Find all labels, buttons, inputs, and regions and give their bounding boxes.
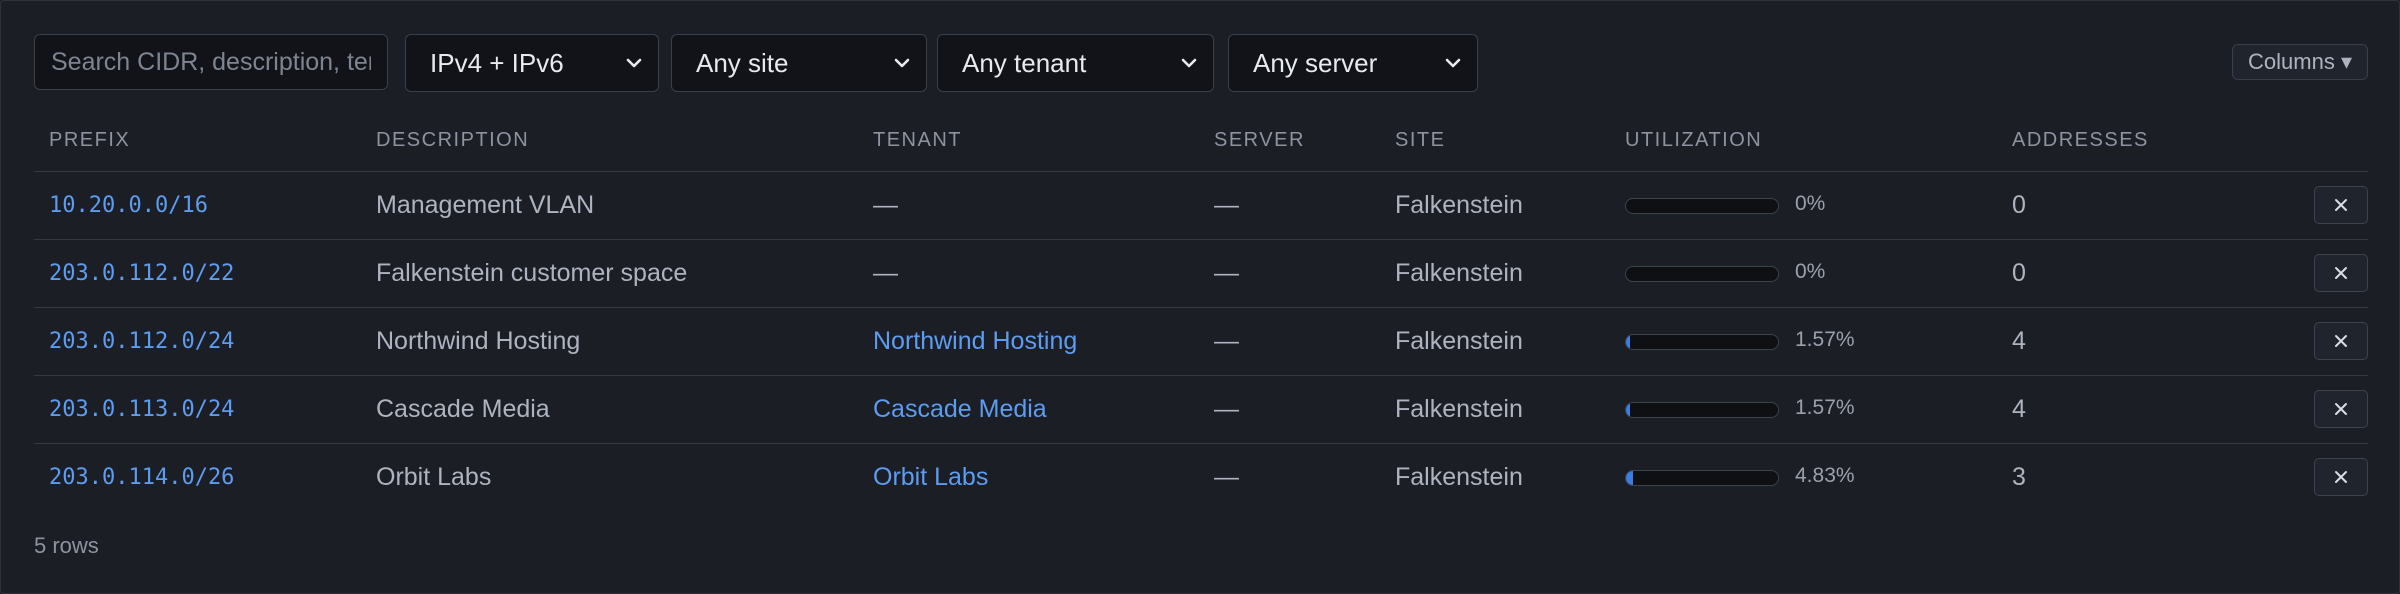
delete-row-button[interactable] <box>2314 254 2368 292</box>
header-addresses[interactable]: ADDRESSES <box>2012 129 2149 152</box>
header-server[interactable]: SERVER <box>1214 129 1305 152</box>
site-select-value: Any site <box>696 47 789 78</box>
table-body: 10.20.0.0/16 Management VLAN — — Falkenstein… <box>34 172 2368 511</box>
delete-row-button[interactable] <box>2314 322 2368 360</box>
table-row[interactable]: 203.0.113.0/24 Cascade Media Cascade Media… <box>34 376 2368 444</box>
header-tenant[interactable]: TENANT <box>873 129 962 152</box>
table-header: PREFIX DESCRIPTION TENANT SERVER SITE UT… <box>34 111 2368 172</box>
table-row[interactable]: 203.0.112.0/24 Northwind Hosting Northwind… <box>34 308 2368 376</box>
prefix-link[interactable]: 203.0.112.0/22 <box>49 240 234 307</box>
server-cell: — <box>1214 259 1239 287</box>
description-cell: Northwind Hosting <box>376 327 581 355</box>
addresses-cell: 4 <box>2012 327 2026 355</box>
family-select[interactable]: IPv4 + IPv6 <box>405 34 659 92</box>
utilization-label: 1.57% <box>1795 395 1855 419</box>
utilization-bar-fill <box>1626 470 1634 485</box>
columns-button[interactable]: Columns ▾ <box>2232 44 2368 80</box>
utilization-cell: 4.83% <box>1625 444 1855 511</box>
addresses-cell: 4 <box>2012 395 2026 423</box>
filter-toolbar: IPv4 + IPv6 Any site Any tenant Any serv… <box>34 34 2368 92</box>
family-select-value: IPv4 + IPv6 <box>430 47 564 78</box>
tenant-link[interactable]: Orbit Labs <box>873 444 988 511</box>
tenant-link[interactable]: Cascade Media <box>873 376 1047 443</box>
prefixes-table: PREFIX DESCRIPTION TENANT SERVER SITE UT… <box>34 111 2368 511</box>
site-cell: Falkenstein <box>1395 259 1523 287</box>
site-cell: Falkenstein <box>1395 395 1523 423</box>
tenant-cell: — <box>873 191 898 219</box>
utilization-cell: 1.57% <box>1625 308 1855 375</box>
prefix-link[interactable]: 10.20.0.0/16 <box>49 172 208 239</box>
utilization-cell: 0% <box>1625 172 1825 239</box>
columns-button-label: Columns ▾ <box>2248 49 2352 74</box>
utilization-bar-fill <box>1626 402 1630 417</box>
tenant-link[interactable]: Northwind Hosting <box>873 308 1077 375</box>
description-cell: Falkenstein customer space <box>376 259 688 287</box>
tenant-select[interactable]: Any tenant <box>937 34 1214 92</box>
description-cell: Cascade Media <box>376 395 550 423</box>
chevron-down-icon <box>1445 58 1461 68</box>
utilization-label: 4.83% <box>1795 463 1855 487</box>
delete-row-button[interactable] <box>2314 186 2368 224</box>
tenant-cell: — <box>873 259 898 287</box>
header-prefix[interactable]: PREFIX <box>49 129 130 152</box>
close-icon <box>2335 471 2347 483</box>
addresses-cell: 0 <box>2012 259 2026 287</box>
header-site[interactable]: SITE <box>1395 129 1445 152</box>
search-input[interactable] <box>34 34 388 90</box>
site-cell: Falkenstein <box>1395 327 1523 355</box>
prefixes-panel: IPv4 + IPv6 Any site Any tenant Any serv… <box>0 0 2400 594</box>
row-count: 5 rows <box>34 533 99 558</box>
site-cell: Falkenstein <box>1395 191 1523 219</box>
server-cell: — <box>1214 191 1239 219</box>
close-icon <box>2335 403 2347 415</box>
utilization-bar <box>1625 469 1779 486</box>
server-cell: — <box>1214 463 1239 491</box>
chevron-down-icon <box>894 58 910 68</box>
chevron-down-icon <box>1181 58 1197 68</box>
utilization-bar <box>1625 197 1779 214</box>
description-cell: Management VLAN <box>376 191 595 219</box>
site-cell: Falkenstein <box>1395 463 1523 491</box>
table-row[interactable]: 203.0.114.0/26 Orbit Labs Orbit Labs — Falke… <box>34 444 2368 511</box>
site-select[interactable]: Any site <box>671 34 927 92</box>
addresses-cell: 3 <box>2012 463 2026 491</box>
table-row[interactable]: 10.20.0.0/16 Management VLAN — — Falkenstein… <box>34 172 2368 240</box>
chevron-down-icon <box>626 58 642 68</box>
utilization-bar <box>1625 401 1779 418</box>
description-cell: Orbit Labs <box>376 463 492 491</box>
utilization-label: 0% <box>1795 259 1826 283</box>
server-select[interactable]: Any server <box>1228 34 1478 92</box>
prefix-link[interactable]: 203.0.112.0/24 <box>49 308 234 375</box>
addresses-cell: 0 <box>2012 191 2026 219</box>
header-description[interactable]: DESCRIPTION <box>376 129 529 152</box>
utilization-bar <box>1625 333 1779 350</box>
delete-row-button[interactable] <box>2314 458 2368 496</box>
close-icon <box>2335 267 2347 279</box>
header-utilization[interactable]: UTILIZATION <box>1625 129 1762 152</box>
utilization-cell: 1.57% <box>1625 376 1855 443</box>
prefix-link[interactable]: 203.0.113.0/24 <box>49 376 234 443</box>
delete-row-button[interactable] <box>2314 390 2368 428</box>
utilization-cell: 0% <box>1625 240 1825 307</box>
utilization-label: 0% <box>1795 191 1826 215</box>
close-icon <box>2335 199 2347 211</box>
utilization-label: 1.57% <box>1795 327 1855 351</box>
prefix-link[interactable]: 203.0.114.0/26 <box>49 444 234 511</box>
server-select-value: Any server <box>1253 47 1378 78</box>
utilization-bar-fill <box>1626 334 1630 349</box>
utilization-bar <box>1625 265 1779 282</box>
table-row[interactable]: 203.0.112.0/22 Falkenstein customer space… <box>34 240 2368 308</box>
server-cell: — <box>1214 395 1239 423</box>
tenant-select-value: Any tenant <box>962 47 1087 78</box>
server-cell: — <box>1214 327 1239 355</box>
close-icon <box>2335 335 2347 347</box>
